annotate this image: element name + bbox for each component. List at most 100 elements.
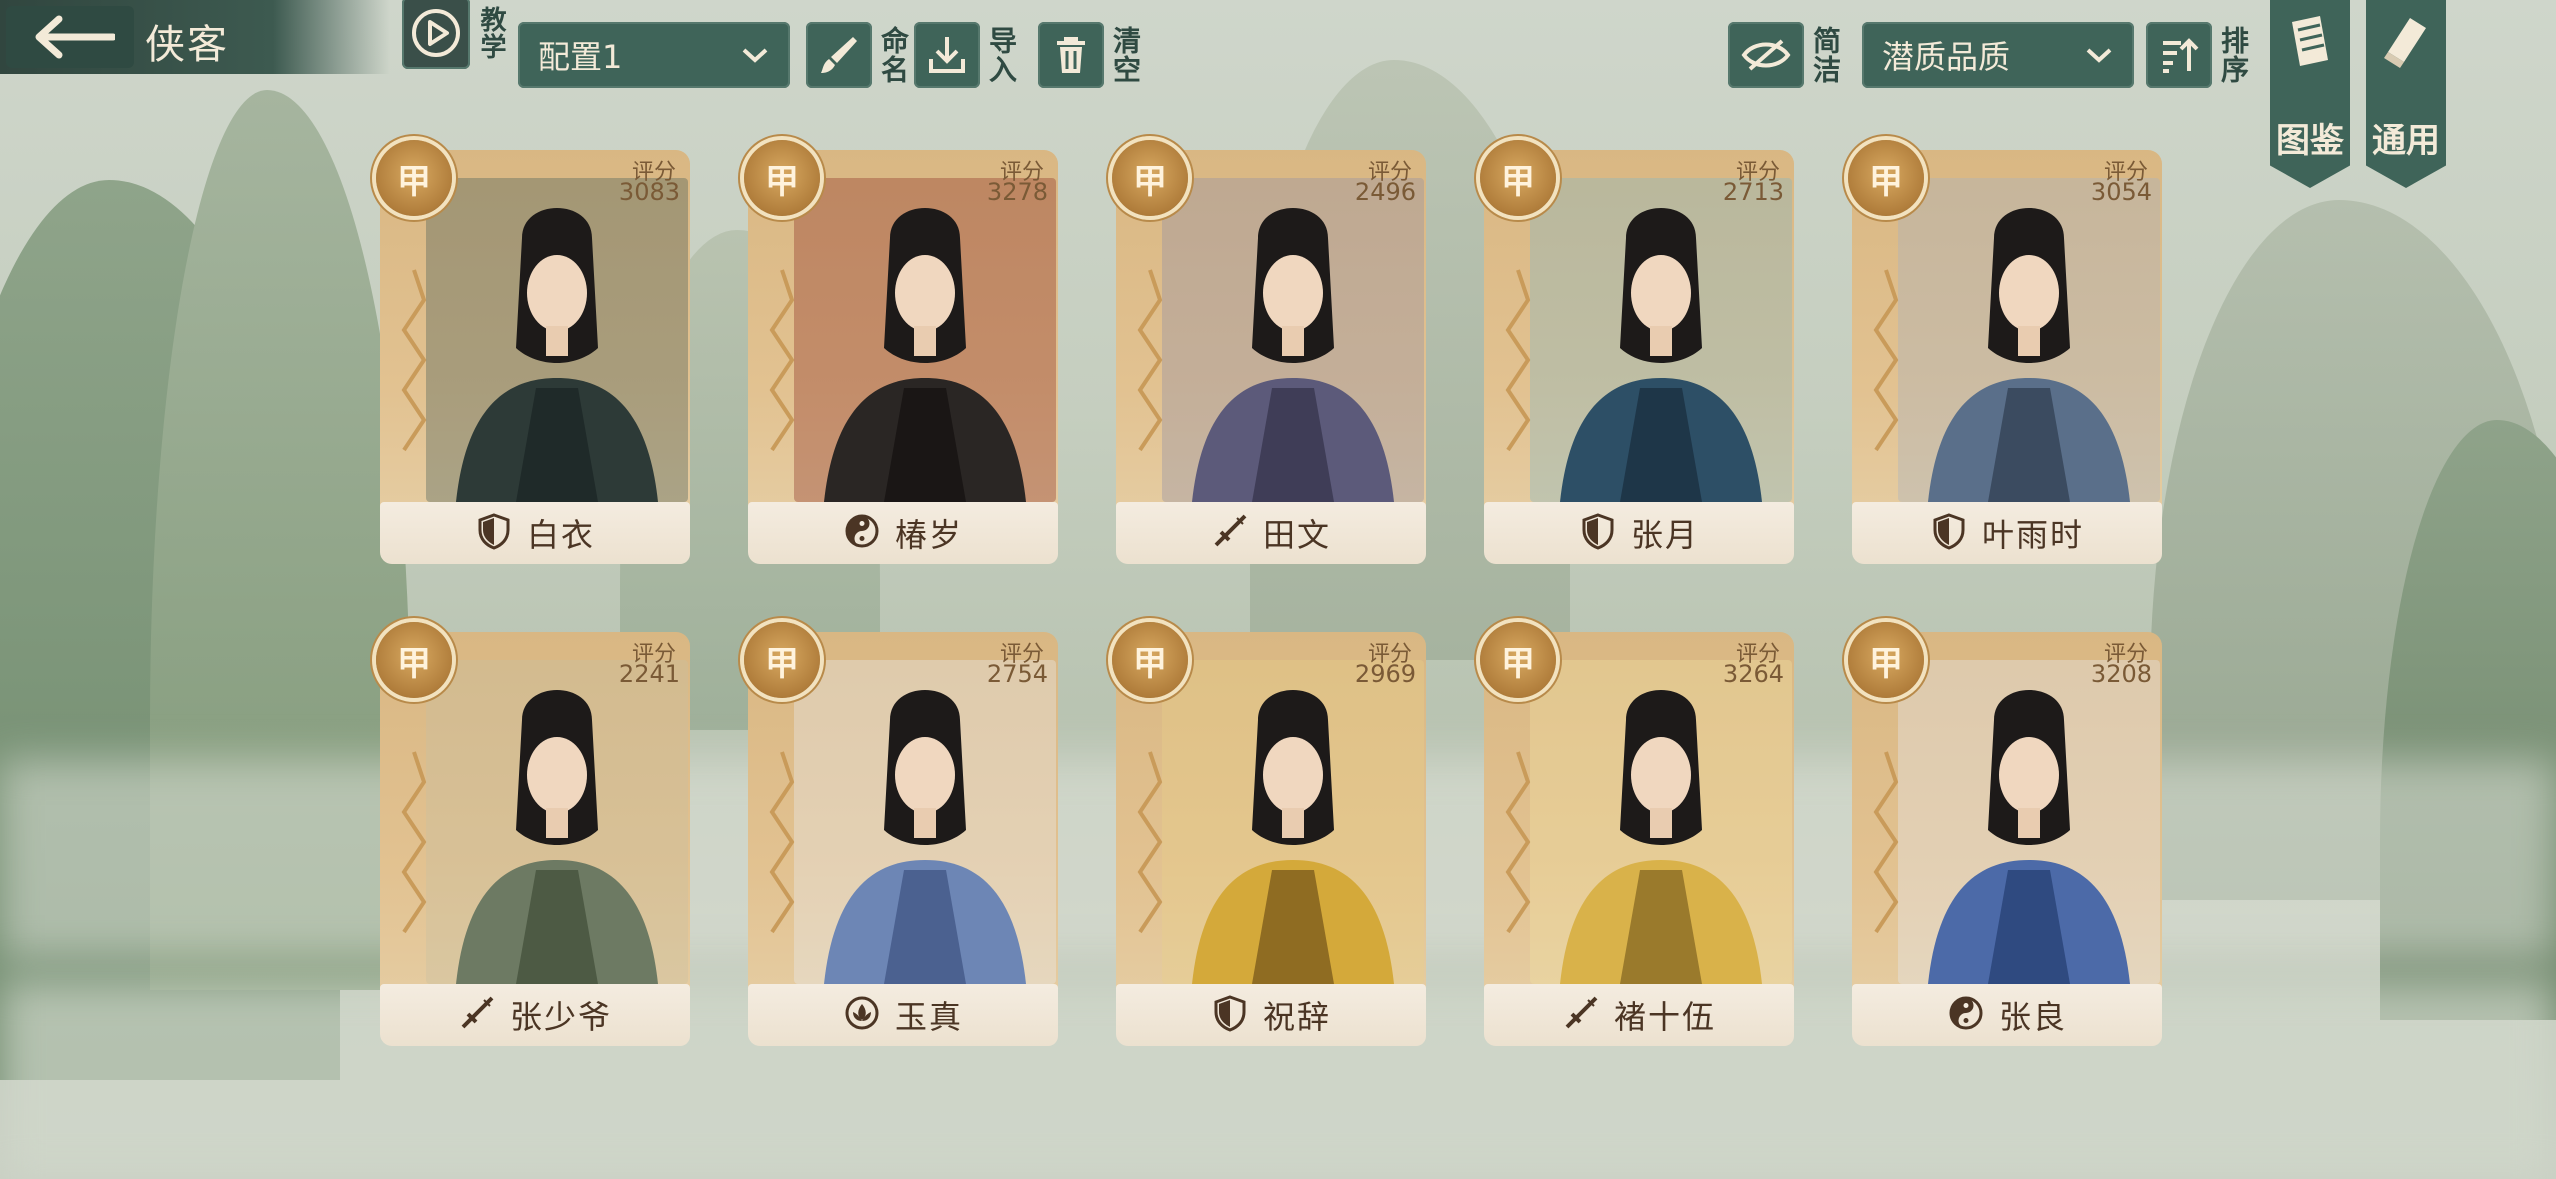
grade-badge: 甲 — [1848, 140, 1924, 216]
general-button[interactable]: 通用 — [2366, 0, 2446, 188]
codex-label: 图鉴 — [2276, 121, 2344, 161]
import-label: 导入 — [985, 26, 1018, 84]
character-portrait — [1162, 660, 1424, 984]
character-portrait — [426, 660, 688, 984]
character-card[interactable]: 甲评分 3278 椿岁 — [744, 140, 1058, 570]
shield-role-icon — [1579, 512, 1617, 554]
character-name: 张月 — [1630, 516, 1699, 554]
score-value: 2969 — [1354, 660, 1416, 688]
sort-select[interactable]: 潜质品质 — [1862, 22, 2134, 88]
grade-badge: 甲 — [1112, 140, 1188, 216]
card-nameplate: 椿岁 — [748, 502, 1058, 564]
simple-view-button[interactable]: 简洁 — [1728, 22, 1842, 88]
download-icon — [929, 37, 965, 73]
card-nameplate: 白衣 — [380, 502, 690, 564]
sort-select-value: 潜质品质 — [1882, 38, 2011, 76]
character-portrait — [794, 660, 1056, 984]
score-value: 2496 — [1354, 178, 1416, 206]
page-title: 侠客 — [145, 22, 229, 68]
character-card[interactable]: 甲评分 2241 张少爷 — [376, 622, 690, 1052]
character-card[interactable]: 甲评分 3083 白衣 — [376, 140, 690, 570]
sort-icon — [2163, 38, 2199, 73]
sword-role-icon — [1562, 994, 1600, 1036]
yinyang-role-icon — [1947, 994, 1985, 1036]
score-value: 3264 — [1722, 660, 1784, 688]
score-value: 2713 — [1722, 178, 1784, 206]
character-name: 白衣 — [526, 516, 595, 554]
grade-badge: 甲 — [1112, 622, 1188, 698]
character-card[interactable]: 甲评分 3264 褚十伍 — [1480, 622, 1794, 1052]
lotus-role-icon — [843, 994, 881, 1036]
card-nameplate: 张月 — [1484, 502, 1794, 564]
shield-role-icon — [1930, 512, 1968, 554]
character-portrait — [1530, 178, 1792, 502]
character-card[interactable]: 甲评分 2969 祝辞 — [1112, 622, 1426, 1052]
clear-label: 清空 — [1109, 26, 1142, 84]
card-nameplate: 褚十伍 — [1484, 984, 1794, 1046]
character-portrait — [1898, 178, 2160, 502]
card-nameplate: 张良 — [1852, 984, 2162, 1046]
shield-role-icon — [475, 512, 513, 554]
score-value: 3054 — [2090, 178, 2152, 206]
grade-badge: 甲 — [376, 140, 452, 216]
card-nameplate: 张少爷 — [380, 984, 690, 1046]
character-portrait — [1530, 660, 1792, 984]
character-name: 叶雨时 — [1981, 516, 2084, 554]
card-nameplate: 玉真 — [748, 984, 1058, 1046]
score-value: 2241 — [618, 660, 680, 688]
play-icon — [412, 9, 460, 57]
score-value: 2754 — [986, 660, 1048, 688]
config-select[interactable]: 配置1 — [518, 22, 790, 88]
sort-button[interactable]: 排序 — [2146, 22, 2250, 88]
grade-badge: 甲 — [744, 140, 820, 216]
grade-badge: 甲 — [1480, 622, 1556, 698]
character-name: 祝辞 — [1262, 998, 1331, 1036]
sword-role-icon — [1211, 512, 1249, 554]
sword-role-icon — [458, 994, 496, 1036]
card-nameplate: 田文 — [1116, 502, 1426, 564]
brush-icon — [821, 37, 857, 73]
sort-label: 排序 — [2217, 26, 2250, 84]
character-name: 玉真 — [894, 998, 963, 1036]
character-card[interactable]: 甲评分 2496 田文 — [1112, 140, 1426, 570]
card-nameplate: 祝辞 — [1116, 984, 1426, 1046]
grade-badge: 甲 — [1480, 140, 1556, 216]
character-card[interactable]: 甲评分 2713 张月 — [1480, 140, 1794, 570]
back-arrow-icon — [35, 15, 115, 59]
book-icon — [2292, 16, 2328, 66]
character-name: 张良 — [1998, 998, 2067, 1036]
yinyang-role-icon — [843, 512, 881, 554]
config-select-value: 配置1 — [538, 38, 623, 76]
tutorial-button[interactable]: 教学 — [402, 0, 506, 69]
shield-role-icon — [1211, 994, 1249, 1036]
grade-badge: 甲 — [376, 622, 452, 698]
rename-button[interactable]: 命名 — [806, 22, 910, 88]
trash-icon — [1057, 37, 1085, 73]
simple-label: 简洁 — [1809, 26, 1842, 84]
character-portrait — [1898, 660, 2160, 984]
score-value: 3208 — [2090, 660, 2152, 688]
character-name: 椿岁 — [894, 516, 963, 554]
character-name: 田文 — [1262, 516, 1331, 554]
rename-label: 命名 — [877, 26, 910, 84]
codex-button[interactable]: 图鉴 — [2270, 0, 2350, 188]
general-label: 通用 — [2372, 121, 2440, 161]
grade-badge: 甲 — [744, 622, 820, 698]
tutorial-label: 教学 — [476, 6, 506, 60]
back-button[interactable] — [6, 6, 134, 68]
scroll-icon — [2384, 18, 2426, 68]
character-name: 张少爷 — [509, 998, 612, 1036]
grade-badge: 甲 — [1848, 622, 1924, 698]
character-card[interactable]: 甲评分 3208 张良 — [1848, 622, 2162, 1052]
score-value: 3278 — [986, 178, 1048, 206]
character-name: 褚十伍 — [1613, 998, 1716, 1036]
chevron-down-icon — [742, 48, 768, 63]
eye-slash-icon — [1741, 39, 1791, 71]
character-card[interactable]: 甲评分 3054 叶雨时 — [1848, 140, 2162, 570]
character-card[interactable]: 甲评分 2754 玉真 — [744, 622, 1058, 1052]
chevron-down-icon — [2086, 48, 2112, 63]
import-button[interactable]: 导入 — [914, 22, 1018, 88]
character-portrait — [794, 178, 1056, 502]
character-portrait — [1162, 178, 1424, 502]
clear-button[interactable]: 清空 — [1038, 22, 1142, 88]
